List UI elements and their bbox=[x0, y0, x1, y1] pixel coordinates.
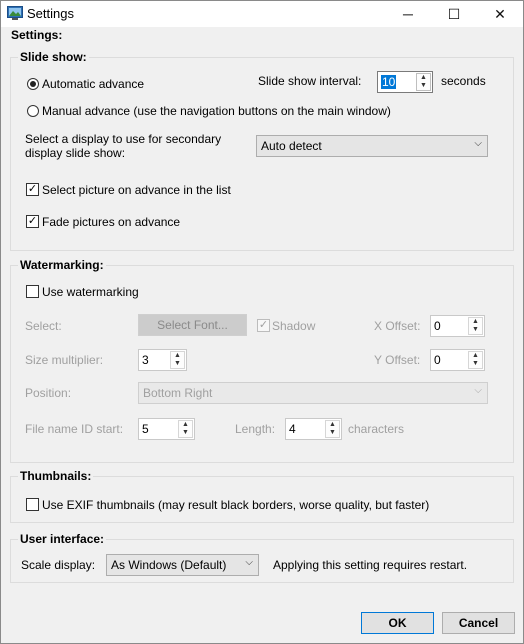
spin-down-icon[interactable]: ▼ bbox=[417, 82, 430, 90]
auto-advance-radio[interactable] bbox=[27, 78, 39, 90]
y-offset-value[interactable]: 0 bbox=[434, 353, 441, 367]
title-bar: Settings ─ ☐ ✕ bbox=[1, 1, 523, 27]
maximize-button[interactable]: ☐ bbox=[431, 1, 477, 27]
display-select[interactable]: Auto detect ⌵ bbox=[256, 135, 488, 157]
chevron-down-icon: ⌵ bbox=[474, 385, 482, 396]
ok-button[interactable]: OK bbox=[361, 612, 434, 634]
file-id-label: File name ID start: bbox=[25, 422, 124, 436]
x-offset-stepper[interactable]: 0 ▲ ▼ bbox=[430, 315, 485, 337]
ok-label: OK bbox=[388, 616, 407, 630]
fade-label[interactable]: Fade pictures on advance bbox=[42, 215, 180, 229]
shadow-label[interactable]: Shadow bbox=[272, 319, 315, 333]
length-unit: characters bbox=[348, 422, 405, 436]
spin-up-icon[interactable]: ▲ bbox=[171, 352, 184, 360]
display-value: Auto detect bbox=[261, 139, 322, 153]
spin-up-icon[interactable]: ▲ bbox=[179, 421, 192, 429]
length-stepper[interactable]: 4 ▲ ▼ bbox=[285, 418, 342, 440]
size-multiplier-value[interactable]: 3 bbox=[142, 353, 149, 367]
watermark-group-title: Watermarking: bbox=[18, 258, 106, 272]
interval-stepper[interactable]: 10 ▲ ▼ bbox=[377, 71, 433, 93]
minimize-button[interactable]: ─ bbox=[385, 1, 431, 27]
settings-heading: Settings: bbox=[11, 28, 63, 42]
maximize-icon: ☐ bbox=[447, 5, 461, 22]
use-watermark-label[interactable]: Use watermarking bbox=[42, 285, 139, 299]
manual-advance-label[interactable]: Manual advance (use the navigation butto… bbox=[42, 104, 391, 118]
display-label: Select a display to use for secondary di… bbox=[25, 132, 222, 160]
app-icon bbox=[7, 6, 23, 20]
length-value[interactable]: 4 bbox=[289, 422, 296, 436]
y-offset-stepper[interactable]: 0 ▲ ▼ bbox=[430, 349, 485, 371]
position-select[interactable]: Bottom Right ⌵ bbox=[138, 382, 488, 404]
file-id-value[interactable]: 5 bbox=[142, 422, 149, 436]
interval-value[interactable]: 10 bbox=[381, 75, 397, 89]
spin-down-icon[interactable]: ▼ bbox=[179, 429, 192, 437]
select-in-list-checkbox[interactable]: ✓ bbox=[26, 183, 39, 196]
length-label: Length: bbox=[235, 422, 276, 436]
interval-label: Slide show interval: bbox=[258, 74, 362, 88]
spin-up-icon[interactable]: ▲ bbox=[417, 74, 430, 82]
cancel-label: Cancel bbox=[458, 616, 499, 630]
cancel-button[interactable]: Cancel bbox=[442, 612, 515, 634]
window-title: Settings bbox=[27, 6, 74, 21]
manual-advance-radio[interactable] bbox=[27, 105, 39, 117]
auto-advance-label[interactable]: Automatic advance bbox=[42, 77, 144, 91]
restart-note: Applying this setting requires restart. bbox=[273, 558, 468, 572]
spin-down-icon[interactable]: ▼ bbox=[469, 326, 482, 334]
select-label: Select: bbox=[25, 319, 62, 333]
spin-down-icon[interactable]: ▼ bbox=[326, 429, 339, 437]
spin-down-icon[interactable]: ▼ bbox=[171, 360, 184, 368]
spin-down-icon[interactable]: ▼ bbox=[469, 360, 482, 368]
slideshow-group-title: Slide show: bbox=[18, 50, 89, 64]
spin-up-icon[interactable]: ▲ bbox=[469, 352, 482, 360]
position-label: Position: bbox=[25, 386, 72, 400]
select-font-button[interactable]: Select Font... bbox=[138, 314, 247, 336]
shadow-checkbox[interactable]: ✓ bbox=[257, 319, 270, 332]
minimize-icon: ─ bbox=[403, 6, 413, 22]
size-multiplier-label: Size multiplier: bbox=[25, 353, 104, 367]
exif-checkbox[interactable] bbox=[26, 498, 39, 511]
interval-unit: seconds bbox=[441, 74, 486, 88]
thumbnails-group-title: Thumbnails: bbox=[18, 469, 94, 483]
chevron-down-icon: ⌵ bbox=[245, 557, 253, 568]
chevron-down-icon: ⌵ bbox=[474, 138, 482, 149]
scale-value: As Windows (Default) bbox=[111, 558, 227, 572]
y-offset-label: Y Offset: bbox=[374, 353, 421, 367]
x-offset-label: X Offset: bbox=[374, 319, 421, 333]
spin-up-icon[interactable]: ▲ bbox=[326, 421, 339, 429]
size-multiplier-stepper[interactable]: 3 ▲ ▼ bbox=[138, 349, 187, 371]
use-watermark-checkbox[interactable] bbox=[26, 285, 39, 298]
x-offset-value[interactable]: 0 bbox=[434, 319, 441, 333]
scale-select[interactable]: As Windows (Default) ⌵ bbox=[106, 554, 259, 576]
close-icon: ✕ bbox=[494, 5, 506, 22]
fade-checkbox[interactable]: ✓ bbox=[26, 215, 39, 228]
settings-window: Settings ─ ☐ ✕ Settings: Slide show: Aut… bbox=[0, 0, 524, 644]
scale-label: Scale display: bbox=[21, 558, 96, 572]
select-font-label: Select Font... bbox=[157, 318, 228, 332]
close-button[interactable]: ✕ bbox=[477, 1, 523, 27]
file-id-stepper[interactable]: 5 ▲ ▼ bbox=[138, 418, 195, 440]
select-in-list-label[interactable]: Select picture on advance in the list bbox=[42, 183, 231, 197]
user-interface-group-title: User interface: bbox=[18, 532, 107, 546]
position-value: Bottom Right bbox=[143, 386, 213, 400]
spin-up-icon[interactable]: ▲ bbox=[469, 318, 482, 326]
exif-label[interactable]: Use EXIF thumbnails (may result black bo… bbox=[42, 498, 429, 512]
